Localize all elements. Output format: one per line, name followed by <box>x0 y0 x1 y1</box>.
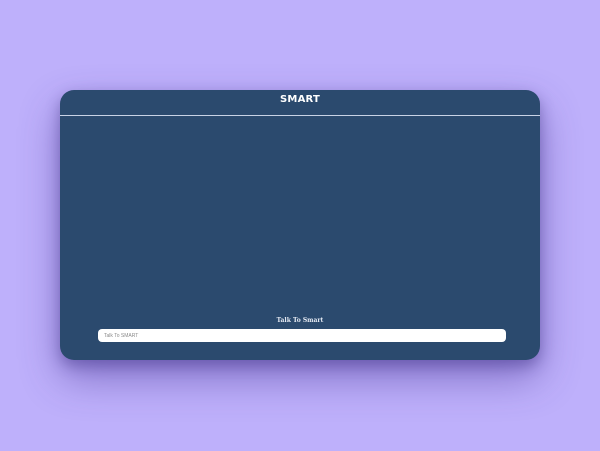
chat-input-container <box>98 329 506 342</box>
chat-input[interactable] <box>98 329 506 342</box>
message-area <box>60 116 540 314</box>
composer-label: Talk To Smart <box>276 317 324 324</box>
chat-header: SMART <box>60 90 540 116</box>
chat-window: SMART Talk To Smart <box>60 90 540 360</box>
app-title: SMART <box>280 94 320 105</box>
